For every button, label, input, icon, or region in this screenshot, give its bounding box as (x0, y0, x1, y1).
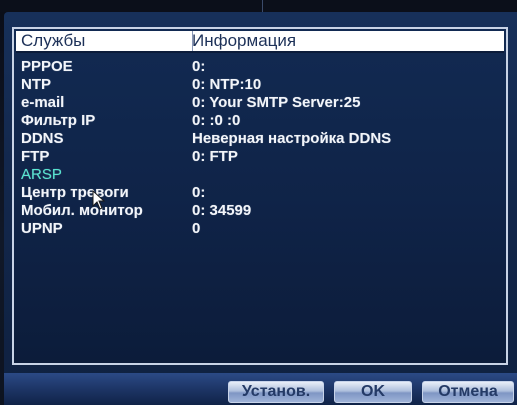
service-name: Мобил. монитор (21, 202, 143, 219)
service-name: FTP (21, 148, 50, 165)
service-name: DDNS (21, 130, 64, 147)
top-strip (0, 0, 517, 12)
list-header: Службы Информация (16, 31, 504, 53)
service-info: 0: (192, 58, 206, 75)
service-row-ntp[interactable]: NTP 0: NTP:10 (16, 76, 504, 93)
services-list: Службы Информация PPPOE 0: NTP 0: NTP:10… (12, 27, 508, 365)
service-name: Центр тревоги (21, 184, 129, 201)
service-info: 0: NTP:10 (192, 76, 262, 93)
service-info: 0: Your SMTP Server:25 (192, 94, 361, 111)
cancel-button[interactable]: Отмена (422, 381, 514, 403)
service-row-ddns[interactable]: DDNS Неверная настройка DDNS (16, 130, 504, 147)
service-row-arsp[interactable]: ARSP (16, 166, 504, 183)
column-header-info[interactable]: Информация (192, 32, 296, 50)
service-info: 0: :0 :0 (192, 112, 241, 129)
service-name: e-mail (21, 94, 65, 111)
service-info: 0 (192, 220, 201, 237)
service-info: 0: (192, 184, 206, 201)
service-name: PPPOE (21, 58, 73, 75)
service-info: 0: 34599 (192, 202, 252, 219)
service-row-pppoe[interactable]: PPPOE 0: (16, 58, 504, 75)
service-row-mobile-monitor[interactable]: Мобил. монитор 0: 34599 (16, 202, 504, 219)
service-row-ip-filter[interactable]: Фильтр IP 0: :0 :0 (16, 112, 504, 129)
service-name: UPNP (21, 220, 63, 237)
mouse-pointer-icon (92, 190, 106, 210)
service-row-email[interactable]: e-mail 0: Your SMTP Server:25 (16, 94, 504, 111)
service-name: NTP (21, 76, 51, 93)
dvr-screen: Службы Информация PPPOE 0: NTP 0: NTP:10… (0, 0, 517, 405)
column-header-service[interactable]: Службы (21, 32, 85, 50)
ok-button[interactable]: OK (334, 381, 412, 403)
service-info: Неверная настройка DDNS (192, 130, 392, 147)
install-button[interactable]: Установ. (228, 381, 324, 403)
service-info: 0: FTP (192, 148, 238, 165)
service-row-ftp[interactable]: FTP 0: FTP (16, 148, 504, 165)
service-name: Фильтр IP (21, 112, 96, 129)
top-divider (262, 0, 263, 12)
service-name: ARSP (21, 166, 62, 183)
service-row-alarm-center[interactable]: Центр тревоги 0: (16, 184, 504, 201)
service-row-upnp[interactable]: UPNP 0 (16, 220, 504, 237)
